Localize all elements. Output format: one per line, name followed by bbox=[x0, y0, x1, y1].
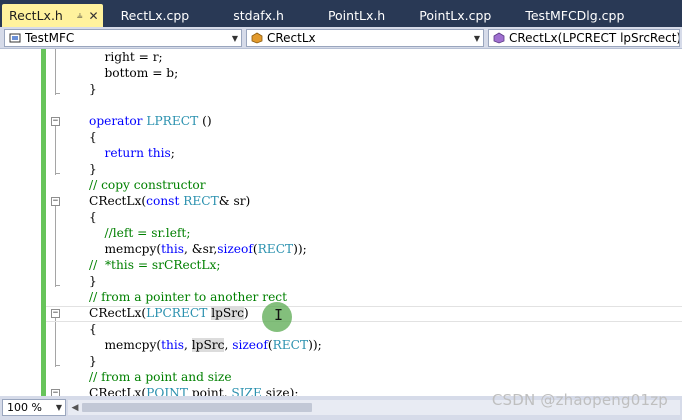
code-line[interactable] bbox=[89, 97, 322, 113]
tab-pointlx-cpp[interactable]: PointLx.cpp bbox=[411, 4, 499, 27]
project-name: TestMFC bbox=[25, 31, 75, 45]
tab-testmfcdlg-cpp[interactable]: TestMFCDlg.cpp bbox=[517, 4, 632, 27]
tab-rectlx-cpp[interactable]: RectLx.cpp bbox=[113, 4, 198, 27]
scrollbar-thumb[interactable] bbox=[82, 403, 312, 412]
class-dropdown[interactable]: CRectLx ▼ bbox=[246, 29, 484, 47]
chevron-down-icon: ▼ bbox=[473, 33, 480, 43]
close-icon[interactable]: ✕ bbox=[89, 9, 99, 23]
outline-end bbox=[55, 285, 60, 286]
pin-icon[interactable]: ⫨ bbox=[77, 10, 83, 21]
code-line[interactable]: } bbox=[89, 273, 322, 289]
code-line[interactable]: bottom = b; bbox=[89, 65, 322, 81]
code-line[interactable]: memcpy(this, lpSrc, sizeof(RECT)); bbox=[89, 337, 322, 353]
scroll-left-icon[interactable]: ◀ bbox=[68, 400, 82, 415]
navigation-bar: TestMFC ▼ CRectLx ▼ CRectLx(LPCRECT lpSr… bbox=[0, 27, 682, 49]
outline-end bbox=[55, 93, 60, 94]
outline-guide bbox=[55, 49, 56, 95]
member-dropdown[interactable]: CRectLx(LPCRECT lpSrcRect) bbox=[488, 29, 680, 47]
chevron-down-icon: ▼ bbox=[55, 403, 62, 412]
indicator-margin bbox=[0, 49, 41, 396]
outline-guide bbox=[55, 206, 56, 287]
tab-rectlx-h[interactable]: RectLx.h ⫨ ✕ bbox=[2, 4, 103, 27]
tab-label: PointLx.cpp bbox=[419, 8, 492, 23]
class-name: CRectLx bbox=[267, 31, 316, 45]
chevron-down-icon: ▼ bbox=[231, 33, 238, 43]
code-line[interactable]: } bbox=[89, 161, 322, 177]
code-line[interactable]: right = r; bbox=[89, 49, 322, 65]
zoom-dropdown[interactable]: 100 % ▼ bbox=[2, 399, 66, 416]
code-line[interactable]: } bbox=[89, 81, 322, 97]
code-line[interactable]: { bbox=[89, 209, 322, 225]
outline-guide bbox=[55, 126, 56, 175]
tab-label: RectLx.cpp bbox=[120, 8, 190, 23]
code-line[interactable]: // *this = srCRectLx; bbox=[89, 257, 322, 273]
text-cursor-icon: I bbox=[274, 306, 284, 324]
code-line[interactable]: memcpy(this, &sr,sizeof(RECT)); bbox=[89, 241, 322, 257]
code-line[interactable]: { bbox=[89, 129, 322, 145]
code-line[interactable]: } bbox=[89, 353, 322, 369]
code-line[interactable]: // copy constructor bbox=[89, 177, 322, 193]
method-icon bbox=[493, 32, 505, 44]
zoom-level: 100 % bbox=[7, 401, 42, 414]
document-tab-strip: RectLx.h ⫨ ✕ RectLx.cpp stdafx.h PointLx… bbox=[0, 0, 682, 27]
code-line[interactable]: CRectLx(POINT point, SIZE size); bbox=[89, 385, 322, 396]
outline-guide bbox=[55, 318, 56, 367]
collapse-icon[interactable]: − bbox=[51, 117, 60, 126]
collapse-icon[interactable]: − bbox=[51, 389, 60, 396]
watermark: CSDN @zhaopeng01zp bbox=[491, 391, 668, 409]
tab-label: TestMFCDlg.cpp bbox=[525, 8, 625, 23]
code-line[interactable]: // from a pointer to another rect bbox=[89, 289, 322, 305]
source-code[interactable]: right = r; bottom = b;} operator LPRECT … bbox=[89, 49, 322, 396]
tab-label: stdafx.h bbox=[233, 8, 284, 23]
tab-label: PointLx.h bbox=[327, 8, 386, 23]
project-icon bbox=[9, 32, 21, 44]
code-line[interactable]: operator LPRECT () bbox=[89, 113, 322, 129]
project-dropdown[interactable]: TestMFC ▼ bbox=[4, 29, 242, 47]
code-line[interactable]: return this; bbox=[89, 145, 322, 161]
tab-label: RectLx.h bbox=[9, 8, 63, 23]
code-line[interactable]: CRectLx(const RECT& sr) bbox=[89, 193, 322, 209]
change-tracking-bar bbox=[41, 49, 46, 396]
outline-end bbox=[55, 173, 60, 174]
class-icon bbox=[251, 32, 263, 44]
code-editor[interactable]: − − − − right = r; bottom = b;} operator… bbox=[0, 49, 682, 396]
outline-end bbox=[55, 365, 60, 366]
tab-stdafx-h[interactable]: stdafx.h bbox=[225, 4, 292, 27]
tab-pointlx-h[interactable]: PointLx.h bbox=[320, 4, 393, 27]
code-line[interactable]: //left = sr.left; bbox=[89, 225, 322, 241]
collapse-icon[interactable]: − bbox=[51, 197, 60, 206]
member-name: CRectLx(LPCRECT lpSrcRect) bbox=[509, 31, 679, 45]
code-line[interactable]: // from a point and size bbox=[89, 369, 322, 385]
